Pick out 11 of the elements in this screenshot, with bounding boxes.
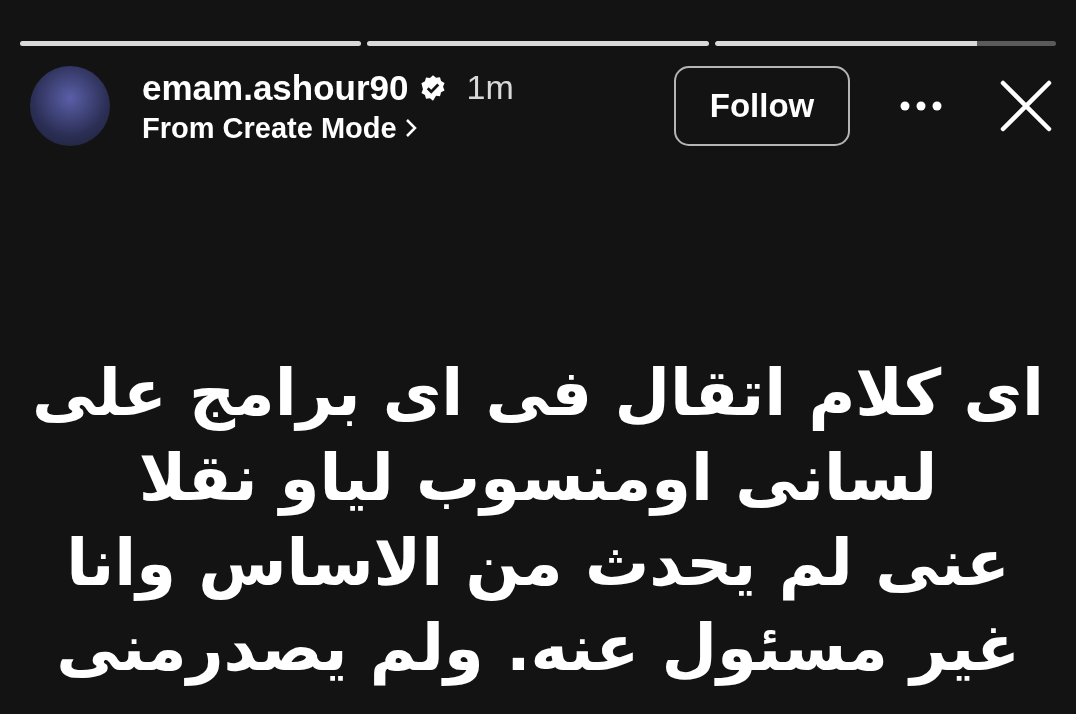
story-text-line: اى كلام اتقال فى اى برامج على [32, 355, 1044, 433]
story-text-line: لسانى اومنسوب لياو نقلا [138, 440, 938, 518]
follow-button[interactable]: Follow [674, 66, 850, 146]
close-icon[interactable] [1000, 80, 1052, 132]
story-text-line: عنى لم يحدث من الاساس وانا [66, 525, 1010, 603]
chevron-right-icon [404, 118, 417, 138]
post-time: 1m [466, 68, 514, 107]
create-mode-link[interactable]: From Create Mode [142, 111, 397, 145]
username[interactable]: emam.ashour90 [142, 67, 409, 108]
story-text-line: غير مسئول عنه. ولم يصدرمنى [56, 610, 1020, 688]
more-options-icon[interactable] [900, 100, 942, 112]
